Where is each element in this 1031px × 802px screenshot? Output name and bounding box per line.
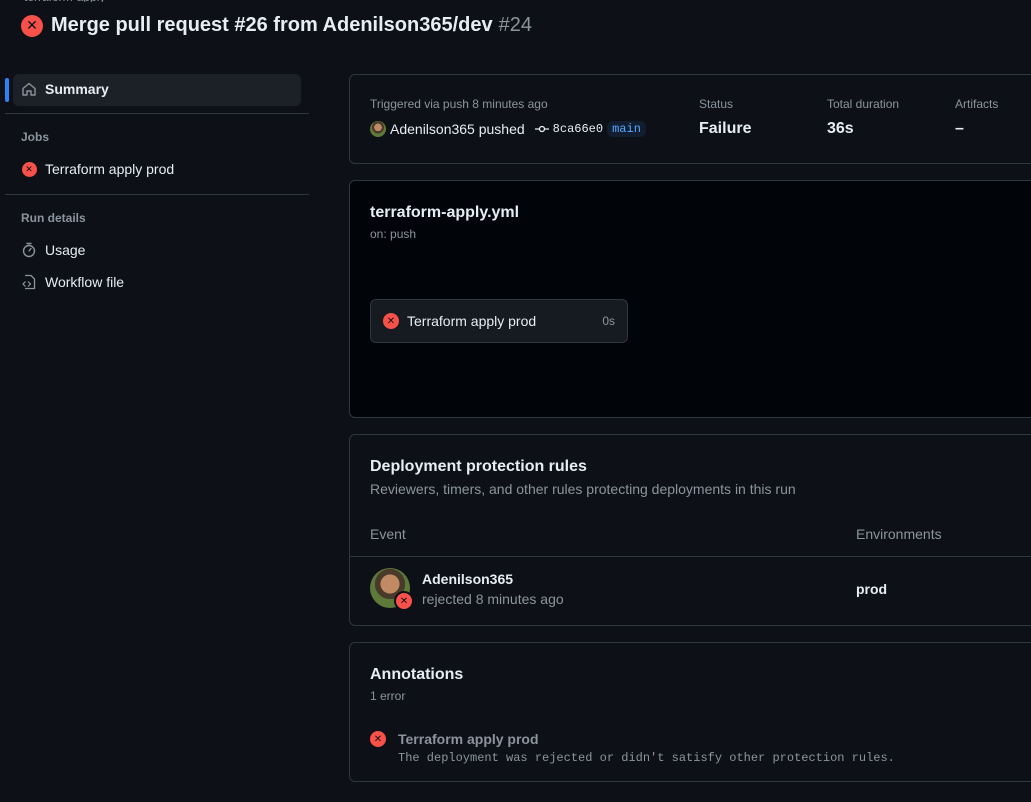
sidebar-selected-indicator (5, 78, 9, 102)
sidebar-item-label: Usage (45, 242, 86, 258)
deployment-rules-subtitle: Reviewers, timers, and other rules prote… (370, 481, 796, 497)
annotations-count: 1 error (370, 689, 406, 703)
duration-value: 36s (827, 120, 854, 137)
failure-x-icon: ✕ (383, 313, 399, 329)
avatar[interactable] (370, 121, 386, 137)
artifacts-value: – (955, 120, 964, 137)
failure-x-icon: ✕ (21, 161, 37, 177)
table-divider (350, 556, 1031, 557)
reviewer-avatar-wrap: ✕ (370, 568, 414, 611)
duration-label: Total duration (827, 97, 900, 111)
page-title-row: ✕ Merge pull request #26 from Adenilson3… (21, 14, 532, 37)
sidebar-item-label: Terraform apply prod (45, 161, 175, 177)
file-code-icon (21, 274, 37, 290)
annotation-message: The deployment was rejected or didn't sa… (398, 751, 895, 765)
actor-text[interactable]: Adenilson365 pushed (390, 121, 525, 137)
sidebar-item-label: Workflow file (45, 274, 125, 290)
sidebar-item-usage[interactable]: Usage (21, 242, 85, 258)
commit-icon (534, 124, 549, 134)
sidebar-item-label: Summary (45, 81, 109, 97)
page-title: Merge pull request #26 from Adenilson365… (51, 14, 493, 36)
sidebar-item-job[interactable]: ✕ Terraform apply prod (21, 161, 174, 177)
workflow-trigger: on: push (370, 227, 417, 241)
breadcrumb[interactable]: terraform-apply (24, 0, 144, 2)
annotation-title[interactable]: Terraform apply prod (398, 731, 539, 747)
run-details-heading: Run details (21, 211, 86, 225)
failure-x-icon: ✕ (370, 731, 386, 747)
artifacts-label: Artifacts (955, 97, 999, 111)
deployment-rules-title: Deployment protection rules (370, 458, 587, 475)
column-header-event: Event (370, 526, 406, 542)
failure-x-icon: ✕ (21, 14, 43, 37)
push-info: Adenilson365 pushed 8ca66e0 main (370, 121, 646, 137)
run-number: #24 (498, 14, 532, 36)
reviewer-name[interactable]: Adenilson365 (422, 571, 513, 587)
workflow-file-name: terraform-apply.yml (370, 204, 520, 221)
home-icon (21, 81, 37, 97)
triggered-text: Triggered via push 8 minutes ago (370, 97, 548, 111)
status-label: Status (699, 97, 734, 111)
review-action: rejected 8 minutes ago (422, 591, 564, 607)
branch-label[interactable]: main (607, 121, 646, 137)
run-summary-card (349, 74, 1031, 164)
stopwatch-icon (21, 242, 37, 258)
job-duration: 0s (602, 314, 615, 328)
sidebar-item-workflow-file[interactable]: Workflow file (21, 274, 124, 290)
commit-sha[interactable]: 8ca66e0 (553, 122, 603, 136)
annotations-title: Annotations (370, 666, 464, 683)
jobs-heading: Jobs (21, 130, 50, 144)
rejected-x-icon: ✕ (394, 591, 414, 611)
job-node[interactable]: ✕ Terraform apply prod 0s (370, 299, 628, 343)
environment-name[interactable]: prod (856, 581, 887, 597)
sidebar-divider (5, 194, 309, 195)
column-header-environments: Environments (856, 526, 942, 542)
sidebar-item-summary[interactable]: Summary (21, 81, 109, 97)
sidebar-divider (5, 113, 309, 114)
job-name: Terraform apply prod (407, 313, 537, 329)
status-value: Failure (699, 120, 752, 137)
